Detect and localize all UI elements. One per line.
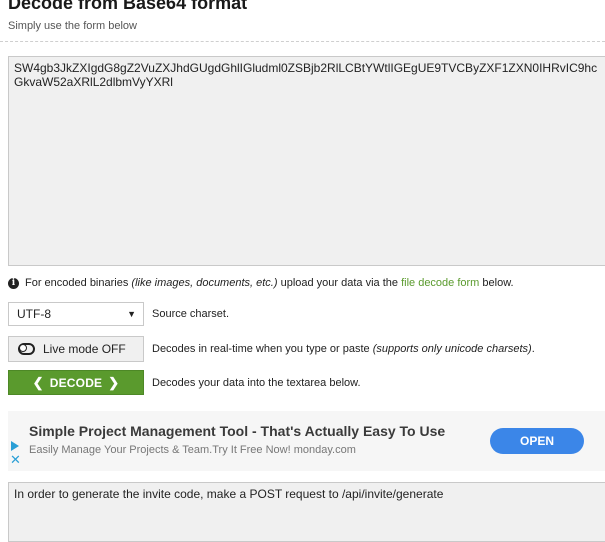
info-suffix: below.: [482, 277, 514, 289]
info-italic: (like images, documents, etc.): [131, 277, 278, 289]
live-mode-note-end: .: [531, 343, 535, 355]
live-mode-toggle-button[interactable]: Live mode OFF: [8, 336, 144, 362]
decode-row: ❮ DECODE ❯ Decodes your data into the te…: [8, 370, 361, 395]
live-mode-row: Live mode OFF Decodes in real-time when …: [8, 336, 535, 362]
live-mode-description-text: Decodes in real-time when you type or pa…: [152, 343, 370, 355]
info-prefix: For encoded binaries: [25, 277, 129, 289]
toggle-off-icon: [18, 343, 35, 355]
page-subtitle: Simply use the form below: [8, 20, 137, 32]
decode-button-label: DECODE: [49, 375, 103, 390]
ad-choices-icon[interactable]: [11, 441, 19, 451]
ad-open-button[interactable]: OPEN: [490, 428, 584, 454]
base64-input-textarea[interactable]: SW4gb3JkZXIgdG8gZ2VuZXJhdGUgdGhlIGludml0…: [8, 56, 605, 266]
ad-title[interactable]: Simple Project Management Tool - That's …: [29, 423, 445, 439]
divider: [0, 41, 605, 42]
charset-row: UTF-8 ▼ Source charset.: [8, 302, 229, 326]
chevron-left-icon: ❮: [32, 374, 44, 390]
charset-select[interactable]: UTF-8 ▼: [8, 302, 144, 326]
charset-label: Source charset.: [152, 308, 230, 320]
live-mode-description: Decodes in real-time when you type or pa…: [152, 343, 535, 355]
file-decode-form-link[interactable]: file decode form: [401, 277, 479, 289]
chevron-right-icon: ❯: [108, 374, 120, 390]
info-middle: upload your data via the: [280, 277, 399, 289]
ad-banner[interactable]: ✕ Simple Project Management Tool - That'…: [8, 411, 605, 471]
close-icon[interactable]: ✕: [10, 453, 21, 466]
decode-description: Decodes your data into the textarea belo…: [152, 376, 361, 389]
info-icon: i: [8, 277, 19, 289]
binary-info-note: i For encoded binaries (like images, doc…: [8, 277, 514, 289]
decoded-output-textarea[interactable]: In order to generate the invite code, ma…: [8, 482, 605, 542]
ad-description: Easily Manage Your Projects & Team.Try I…: [29, 444, 356, 456]
live-mode-button-label: Live mode OFF: [43, 342, 126, 356]
live-mode-note: (supports only unicode charsets): [372, 343, 532, 355]
page-title: Decode from Base64 format: [8, 0, 248, 13]
chevron-down-icon: ▼: [127, 309, 136, 319]
decode-button[interactable]: ❮ DECODE ❯: [8, 370, 144, 395]
charset-selected-value: UTF-8: [17, 307, 51, 321]
